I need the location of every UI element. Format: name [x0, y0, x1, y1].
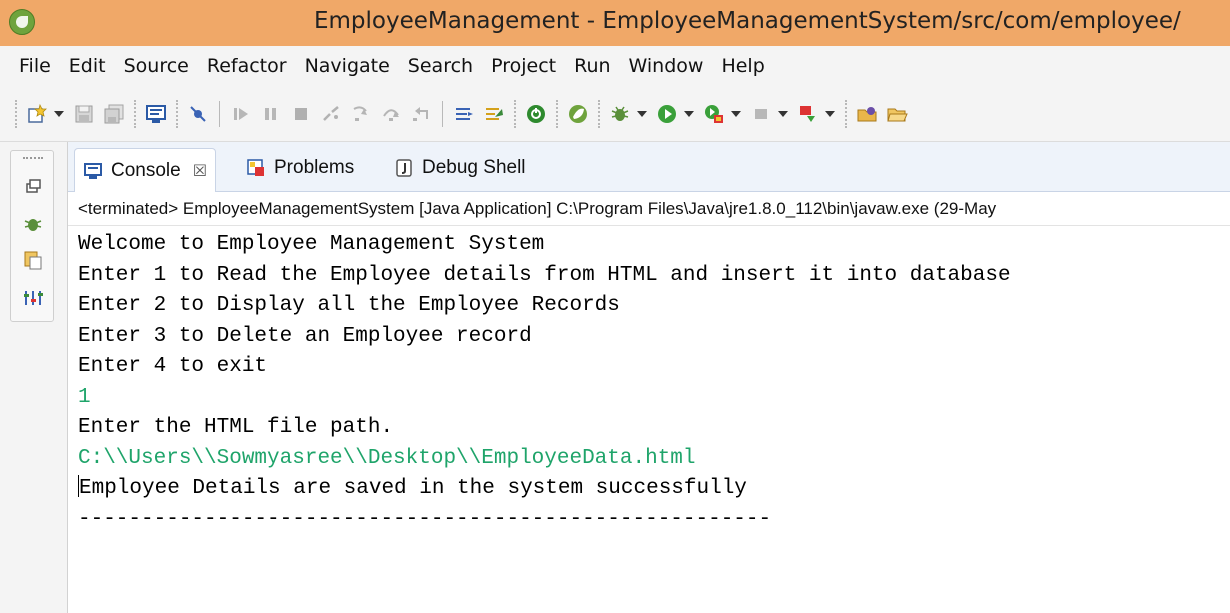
- run-icon[interactable]: [655, 102, 679, 126]
- console-view-tabs: Console ☒ Problems Debug Shell: [68, 142, 1230, 192]
- toolbar-separator: [556, 99, 558, 128]
- console-line-with-caret: Employee Details are saved in the system…: [78, 474, 1230, 505]
- console-line: ----------------------------------------…: [78, 507, 772, 531]
- minimized-view-stack: [10, 150, 54, 322]
- suspend-icon[interactable]: [259, 102, 283, 126]
- tab-problems-label: Problems: [274, 157, 355, 178]
- clipboard-view-icon[interactable]: [22, 249, 44, 271]
- spring-boot-icon[interactable]: [524, 102, 548, 126]
- problems-icon: [246, 158, 266, 178]
- resume-icon[interactable]: [229, 102, 253, 126]
- toolbar-separator: [134, 99, 136, 128]
- console-line: Enter 3 to Delete an Employee record: [78, 324, 532, 348]
- disconnect-icon[interactable]: [319, 102, 343, 126]
- console-input-line: 1: [78, 385, 91, 409]
- debug-icon[interactable]: [608, 102, 632, 126]
- step-return-icon[interactable]: [409, 102, 433, 126]
- close-icon[interactable]: ☒: [193, 161, 207, 181]
- window-title: EmployeeManagement - EmployeeManagementS…: [314, 8, 1181, 34]
- terminate-icon[interactable]: [289, 102, 313, 126]
- debug-shell-icon: [394, 158, 414, 178]
- tab-problems[interactable]: Problems: [238, 148, 362, 188]
- title-bar: EmployeeManagement - EmployeeManagementS…: [0, 0, 1230, 46]
- save-all-icon[interactable]: [102, 102, 126, 126]
- menu-file[interactable]: File: [10, 55, 60, 77]
- tab-console[interactable]: Console ☒: [74, 148, 217, 192]
- menu-project[interactable]: Project: [482, 55, 565, 77]
- toolbar-separator: [176, 99, 178, 128]
- toolbar-separator: [845, 99, 847, 128]
- left-trim-stack: [0, 142, 68, 613]
- console-input-line: C:\\Users\\Sowmyasree\\Desktop\\Employee…: [78, 446, 696, 470]
- external-tools-dropdown-arrow[interactable]: [825, 110, 835, 117]
- toolbar-divider: [219, 100, 220, 127]
- restore-icon[interactable]: [22, 175, 44, 197]
- spring-logo-icon: [9, 9, 35, 35]
- run-dropdown-arrow[interactable]: [684, 110, 694, 117]
- console-process-status: <terminated> EmployeeManagementSystem [J…: [68, 192, 1230, 226]
- console-line: Enter 4 to exit: [78, 355, 268, 378]
- toolbar-separator: [514, 99, 516, 128]
- menu-navigate[interactable]: Navigate: [296, 55, 399, 77]
- menu-edit[interactable]: Edit: [60, 55, 115, 77]
- stop-dropdown-arrow[interactable]: [778, 110, 788, 117]
- open-console-icon[interactable]: [144, 102, 168, 126]
- save-icon[interactable]: [72, 102, 96, 126]
- console-icon: [83, 161, 103, 181]
- skip-breakpoints-icon[interactable]: [186, 102, 210, 126]
- tab-debug-shell-label: Debug Shell: [422, 157, 526, 178]
- toolbar-divider: [442, 100, 443, 127]
- debug-view-icon[interactable]: [22, 213, 44, 235]
- menu-window[interactable]: Window: [620, 55, 713, 77]
- coverage-icon[interactable]: [702, 102, 726, 126]
- menu-refactor[interactable]: Refactor: [198, 55, 296, 77]
- tab-console-label: Console: [111, 159, 181, 181]
- trim-grip: [23, 157, 43, 159]
- main-toolbar: [0, 86, 1230, 142]
- console-output[interactable]: Welcome to Employee Management System En…: [68, 226, 1230, 613]
- console-line: Enter 2 to Display all the Employee Reco…: [78, 294, 620, 317]
- debug-dropdown-arrow[interactable]: [637, 110, 647, 117]
- menu-bar: File Edit Source Refactor Navigate Searc…: [0, 46, 1230, 86]
- open-folder-icon[interactable]: [885, 102, 909, 126]
- menu-source[interactable]: Source: [115, 55, 198, 77]
- tab-debug-shell[interactable]: Debug Shell: [386, 148, 534, 188]
- step-into-icon[interactable]: [349, 102, 373, 126]
- console-line: Enter the HTML file path.: [78, 416, 394, 439]
- menu-help[interactable]: Help: [712, 55, 773, 77]
- open-type-icon[interactable]: [855, 102, 879, 126]
- menu-search[interactable]: Search: [399, 55, 482, 77]
- console-line-text: Employee Details are saved in the system…: [79, 477, 747, 500]
- new-dropdown-arrow[interactable]: [54, 110, 64, 117]
- drop-to-frame-icon[interactable]: [482, 102, 506, 126]
- stop-icon[interactable]: [749, 102, 773, 126]
- console-line: Enter 1 to Read the Employee details fro…: [78, 263, 1011, 287]
- external-tools-icon[interactable]: [796, 102, 820, 126]
- console-line: Welcome to Employee Management System: [78, 233, 545, 256]
- spring-icon[interactable]: [566, 102, 590, 126]
- variables-view-icon[interactable]: [22, 287, 44, 309]
- coverage-dropdown-arrow[interactable]: [731, 110, 741, 117]
- new-wizard-icon[interactable]: [25, 102, 49, 126]
- toolbar-separator: [598, 99, 600, 128]
- step-over-icon[interactable]: [379, 102, 403, 126]
- use-step-filters-icon[interactable]: [452, 102, 476, 126]
- menu-run[interactable]: Run: [565, 55, 619, 77]
- toolbar-grip: [15, 99, 17, 128]
